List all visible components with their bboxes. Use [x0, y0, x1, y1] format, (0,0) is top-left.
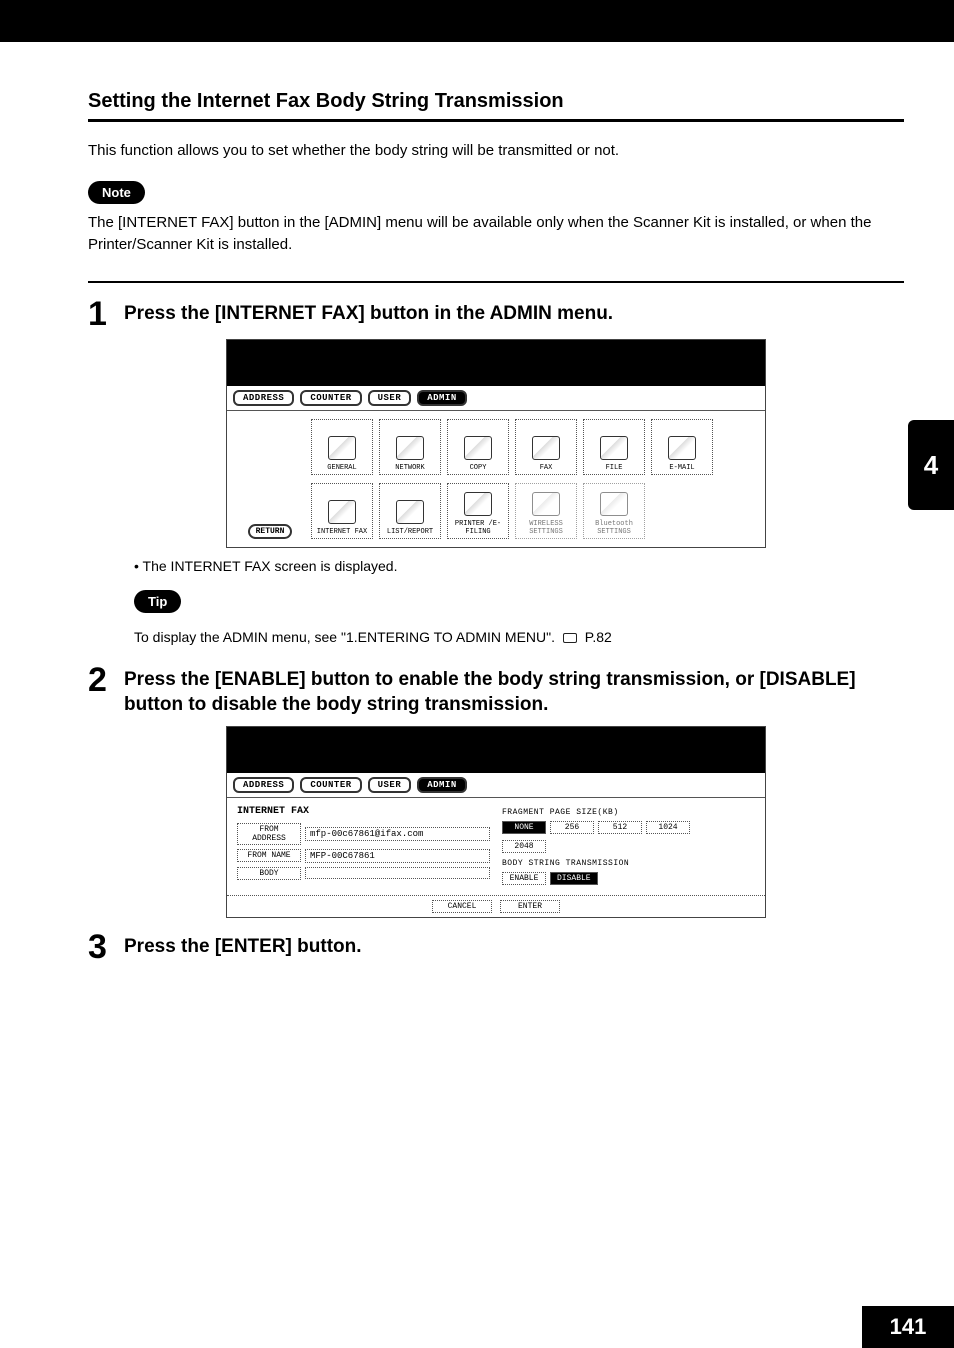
list-report-icon — [396, 500, 424, 524]
cancel-button[interactable]: CANCEL — [432, 900, 492, 913]
step-1-bullet: • The INTERNET FAX screen is displayed. — [134, 558, 904, 574]
book-icon — [563, 633, 577, 643]
frag-512-button[interactable]: 512 — [598, 821, 642, 834]
ifax-screen-title: INTERNET FAX — [237, 806, 490, 817]
bluetooth-settings-button[interactable]: Bluetooth SETTINGS — [583, 483, 645, 539]
tab-user-2[interactable]: USER — [368, 777, 412, 793]
tab-address-2[interactable]: ADDRESS — [233, 777, 294, 793]
file-button[interactable]: FILE — [583, 419, 645, 475]
tip-pill: Tip — [134, 590, 181, 613]
page-number: 141 — [862, 1306, 954, 1348]
printer-icon — [464, 492, 492, 516]
fax-button[interactable]: FAX — [515, 419, 577, 475]
section-divider — [88, 281, 904, 283]
internet-fax-button[interactable]: INTERNET FAX — [311, 483, 373, 539]
chapter-tab: 4 — [908, 420, 954, 510]
network-button[interactable]: NETWORK — [379, 419, 441, 475]
disable-button[interactable]: DISABLE — [550, 872, 598, 885]
step-1-text: Press the [INTERNET FAX] button in the A… — [124, 297, 613, 327]
step-3-number: 3 — [88, 930, 112, 964]
from-address-field[interactable]: mfp-00c67861@ifax.com — [305, 827, 490, 841]
screenshot-admin-menu: ADDRESS COUNTER USER ADMIN RETURN GENERA… — [226, 339, 766, 548]
copy-button[interactable]: COPY — [447, 419, 509, 475]
step-3-text: Press the [ENTER] button. — [124, 930, 362, 960]
enable-button[interactable]: ENABLE — [502, 872, 546, 885]
file-icon — [600, 436, 628, 460]
list-report-button[interactable]: LIST/REPORT — [379, 483, 441, 539]
section-title: Setting the Internet Fax Body String Tra… — [88, 90, 904, 113]
from-name-field[interactable]: MFP-00C67861 — [305, 849, 490, 863]
email-button[interactable]: E-MAIL — [651, 419, 713, 475]
tab-counter[interactable]: COUNTER — [300, 390, 361, 406]
wireless-settings-button[interactable]: WIRELESS SETTINGS — [515, 483, 577, 539]
tip-text: To display the ADMIN menu, see "1.ENTERI… — [134, 629, 904, 645]
screenshot-internet-fax: ADDRESS COUNTER USER ADMIN INTERNET FAX … — [226, 726, 766, 918]
note-pill: Note — [88, 181, 145, 204]
from-address-label[interactable]: FROM ADDRESS — [237, 823, 301, 845]
frag-2048-button[interactable]: 2048 — [502, 840, 546, 853]
bluetooth-icon — [600, 492, 628, 516]
fragment-label: FRAGMENT PAGE SIZE(KB) — [502, 808, 755, 817]
frag-256-button[interactable]: 256 — [550, 821, 594, 834]
body-transmission-label: BODY STRING TRANSMISSION — [502, 859, 755, 868]
step-2-text: Press the [ENABLE] button to enable the … — [124, 663, 904, 718]
intro-text: This function allows you to set whether … — [88, 140, 904, 163]
frag-1024-button[interactable]: 1024 — [646, 821, 690, 834]
fax-icon — [532, 436, 560, 460]
tab-counter-2[interactable]: COUNTER — [300, 777, 361, 793]
tab-user[interactable]: USER — [368, 390, 412, 406]
network-icon — [396, 436, 424, 460]
tab-admin[interactable]: ADMIN — [417, 390, 467, 406]
step-1-number: 1 — [88, 297, 112, 331]
general-icon — [328, 436, 356, 460]
note-text: The [INTERNET FAX] button in the [ADMIN]… — [88, 212, 904, 257]
internet-fax-icon — [328, 500, 356, 524]
enter-button[interactable]: ENTER — [500, 900, 560, 913]
printer-efiling-button[interactable]: PRINTER /E-FILING — [447, 483, 509, 539]
title-divider — [88, 119, 904, 122]
body-label[interactable]: BODY — [237, 867, 301, 880]
body-field[interactable] — [305, 867, 490, 879]
wireless-icon — [532, 492, 560, 516]
general-button[interactable]: GENERAL — [311, 419, 373, 475]
tab-admin-2[interactable]: ADMIN — [417, 777, 467, 793]
from-name-label[interactable]: FROM NAME — [237, 849, 301, 862]
return-button[interactable]: RETURN — [248, 524, 293, 539]
copy-icon — [464, 436, 492, 460]
step-2-number: 2 — [88, 663, 112, 697]
tab-address[interactable]: ADDRESS — [233, 390, 294, 406]
frag-none-button[interactable]: NONE — [502, 821, 546, 834]
email-icon — [668, 436, 696, 460]
